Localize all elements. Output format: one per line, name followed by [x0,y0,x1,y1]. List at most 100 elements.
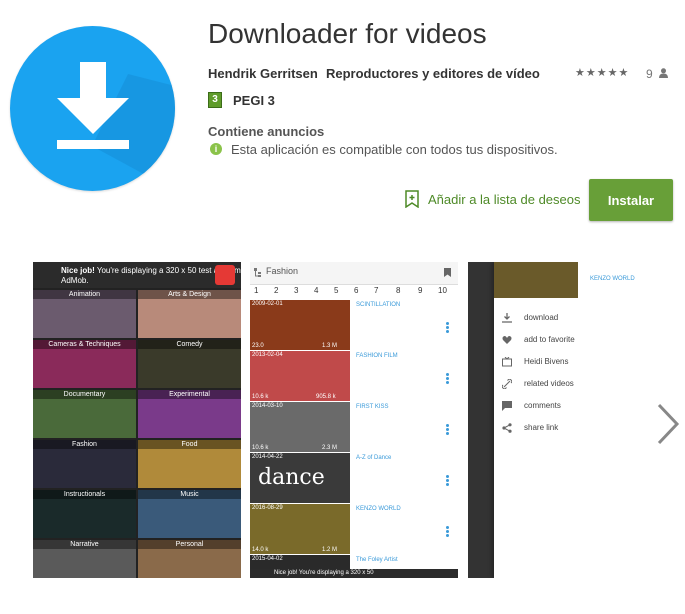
video-date: 2016-08-29 [252,505,283,511]
comment-icon [502,401,512,411]
contains-ads-label: Contiene anuncios [208,124,325,139]
category-tile[interactable]: Experimental [138,390,241,438]
video-likes: 23.0 [252,343,264,349]
category-tile[interactable]: Food [138,440,241,488]
page-number[interactable]: 10 [438,286,447,295]
pegi-badge-icon: 3 [208,92,222,108]
page-number[interactable]: 8 [396,286,400,295]
bottom-ad-banner: Nice job! You're displaying a 320 x 50 [250,569,458,578]
screenshot-1[interactable]: Nice job! You're displaying a 320 x 50 t… [33,262,241,578]
more-options-icon[interactable] [446,373,450,385]
list-item[interactable]: 2014-03-10 10.6 k 2.3 M FIRST KISS [250,402,458,452]
page-number[interactable]: 7 [374,286,378,295]
page-number[interactable]: 9 [418,286,422,295]
category-tile[interactable]: Comedy [138,340,241,388]
page-number[interactable]: 6 [354,286,358,295]
video-title: A-Z of Dance [356,455,392,461]
video-likes: 10.6 k [252,394,269,400]
video-title: KENZO WORLD [356,506,401,512]
video-title: FIRST KISS [356,404,389,410]
tile-label: Food [138,440,241,449]
category-tile[interactable]: Personal [138,540,241,578]
list-item[interactable]: 2009-02-01 23.0 1.3 M SCINTILLATION [250,300,458,350]
category-link[interactable]: Reproductores y editores de vídeo [326,66,540,81]
page-number[interactable]: 4 [314,286,318,295]
video-title: FASHION FILM [356,353,398,359]
tile-label: Personal [138,540,241,549]
video-date: 2009-02-01 [252,301,283,307]
video-views: 1.3 M [322,343,338,349]
page-number[interactable]: 2 [274,286,278,295]
list-item[interactable]: 2013-02-04 10.6 k 905.8 k FASHION FILM [250,351,458,401]
menu-item-favorite[interactable]: add to favorite [494,330,648,352]
tile-label: Cameras & Techniques [33,340,136,349]
developer-link[interactable]: Hendrik Gerritsen [208,66,318,81]
category-tile[interactable]: Narrative [33,540,136,578]
menu-item-author[interactable]: Heidi Bivens [494,352,648,374]
video-date: 2015-04-02 [252,556,283,562]
tile-label: Arts & Design [138,290,241,299]
category-tile[interactable]: Animation [33,290,136,338]
heart-icon [502,336,512,344]
dance-overlay-text: dance [258,465,325,490]
add-to-wishlist-link[interactable]: Añadir a la lista de deseos [428,192,580,207]
ad-banner: Nice job! You're displaying a 320 x 50 t… [33,262,241,288]
more-options-icon[interactable] [446,322,450,334]
video-views: 1.2 M [322,547,338,553]
share-icon [502,423,512,433]
check-info-icon: i [210,143,222,155]
video-views: 2.3 M [322,445,338,451]
screenshot-2[interactable]: Fashion 1 2 3 4 5 6 7 8 9 10 2009-02-01 … [250,262,458,578]
video-date: 2013-02-04 [252,352,283,358]
menu-header: KENZO WORLD [494,262,648,298]
category-tile[interactable]: Fashion [33,440,136,488]
bookmark-icon[interactable] [444,268,451,277]
more-options-icon[interactable] [446,424,450,436]
video-likes: 10.6 k [252,445,269,451]
wishlist-bookmark-icon[interactable] [405,190,419,208]
app-icon [10,26,175,191]
rating-count: 9 [646,67,653,81]
list-item[interactable]: 2014-04-22 dance A-Z of Dance [250,453,458,503]
video-date: 2014-03-10 [252,403,283,409]
category-tile[interactable]: Documentary [33,390,136,438]
list-item[interactable]: 2016-08-29 14.0 k 1.2 M KENZO WORLD [250,504,458,554]
video-action-menu: KENZO WORLD download add to favorite Hei… [494,262,648,578]
person-icon [659,68,668,78]
header-thumbnail [494,262,578,298]
menu-item-download[interactable]: download [494,308,648,330]
menu-item-label: add to favorite [524,335,575,344]
list-toolbar: Fashion [250,262,458,285]
category-tile[interactable]: Arts & Design [138,290,241,338]
menu-header-title: KENZO WORLD [590,276,635,282]
video-title: The Foley Artist [356,557,398,563]
admob-logo-icon [215,265,235,285]
menu-item-related[interactable]: related videos [494,374,648,396]
menu-item-label: share link [524,423,559,432]
more-options-icon[interactable] [446,526,450,538]
chevron-right-icon[interactable] [655,403,681,445]
page-number[interactable]: 1 [254,286,258,295]
category-tile[interactable]: Instructionals [33,490,136,538]
compatibility-text: Esta aplicación es compatible con todos … [231,142,558,157]
tile-label: Fashion [33,440,136,449]
screenshot-3[interactable]: KENZO WORLD download add to favorite Hei… [468,262,648,578]
tile-label: Instructionals [33,490,136,499]
category-tile[interactable]: Music [138,490,241,538]
video-views: 905.8 k [316,394,336,400]
page-number[interactable]: 3 [294,286,298,295]
page-number[interactable]: 5 [334,286,338,295]
tile-label: Animation [33,290,136,299]
menu-item-comments[interactable]: comments [494,396,648,418]
menu-item-share[interactable]: share link [494,418,648,440]
menu-item-label: comments [524,401,561,410]
tile-label: Experimental [138,390,241,399]
list-item[interactable]: 2015-04-02 The Foley Artist [250,555,458,569]
category-tile[interactable]: Cameras & Techniques [33,340,136,388]
install-button[interactable]: Instalar [589,179,673,221]
more-options-icon[interactable] [446,475,450,487]
tv-icon [502,357,512,367]
menu-item-label: related videos [524,379,574,388]
video-likes: 14.0 k [252,547,269,553]
ad-banner-bold: Nice job! [61,266,95,275]
